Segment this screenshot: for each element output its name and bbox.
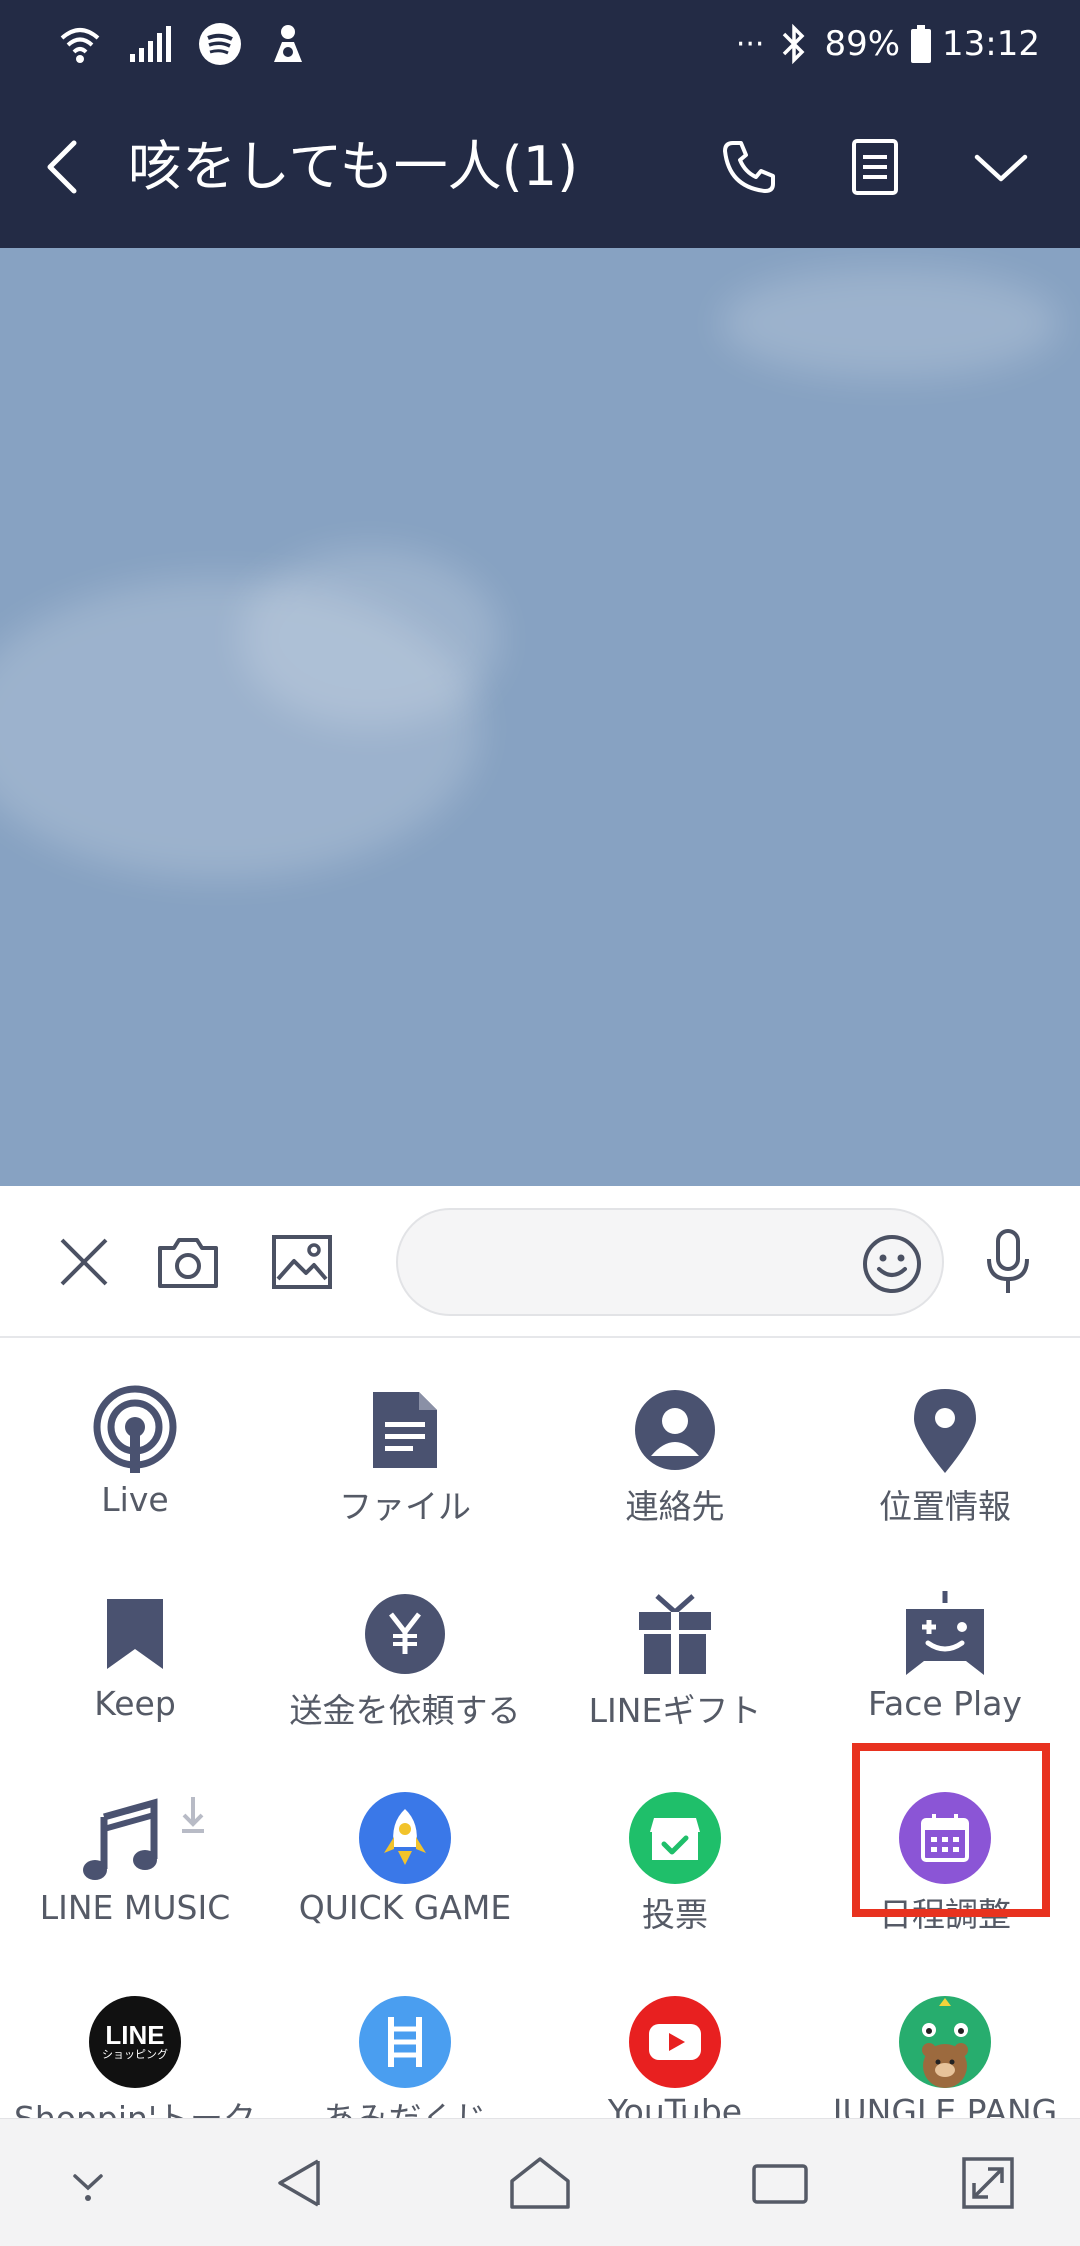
- menu-item-label: Keep: [94, 1684, 176, 1723]
- menu-item-label: ファイル: [339, 1487, 471, 1526]
- menu-item-shopping-talk[interactable]: LINE ショッピング Shoppin'トーク: [0, 1952, 270, 2118]
- back-triangle-icon: [278, 2159, 320, 2207]
- menu-item-keep[interactable]: Keep: [0, 1544, 270, 1744]
- line-logo-subtext: ショッピング: [102, 2048, 168, 2061]
- message-input[interactable]: [428, 1230, 828, 1294]
- menu-item-line-music[interactable]: LINE MUSIC: [0, 1748, 270, 1948]
- signal-icon: [128, 24, 172, 64]
- menu-item-line-gift[interactable]: LINEギフト: [540, 1544, 810, 1744]
- menu-item-label: LINE MUSIC: [39, 1888, 231, 1927]
- menu-item-file[interactable]: ファイル: [270, 1340, 540, 1540]
- menu-item-label: あみだくじ: [270, 2092, 540, 2118]
- menu-item-label: Live: [101, 1480, 169, 1519]
- status-bar: ··· 89% 13:12: [0, 0, 1080, 86]
- microphone-icon: [987, 1229, 1029, 1293]
- gift-icon: [625, 1584, 725, 1684]
- menu-expand-button[interactable]: [966, 132, 1036, 202]
- menu-item-label: LINEギフト: [588, 1691, 762, 1730]
- chat-header: 咳をしても一人(1): [0, 86, 1080, 248]
- menu-item-jungle-pang[interactable]: JUNGLE PANG: [810, 1952, 1080, 2118]
- highlight-box: [852, 1743, 1050, 1917]
- call-button[interactable]: [714, 132, 784, 202]
- jungle-pang-icon: [895, 1992, 995, 2092]
- chat-title: 咳をしても一人(1): [128, 135, 579, 198]
- battery-percent: 89%: [824, 24, 901, 64]
- line-shopping-icon: LINE ショッピング: [85, 1992, 185, 2092]
- menu-item-vote[interactable]: 投票: [540, 1748, 810, 1948]
- extension-menu: Live ファイル 連絡先 位置情報 Keep 送金を依頼する LINEギフト …: [0, 1340, 1080, 2118]
- menu-item-face-play[interactable]: Face Play: [810, 1544, 1080, 1744]
- close-icon: [60, 1238, 108, 1286]
- camera-icon: [158, 1238, 218, 1288]
- clock: 13:12: [942, 24, 1040, 64]
- bookmark-icon: [85, 1584, 185, 1684]
- image-button[interactable]: [262, 1222, 342, 1302]
- voice-button[interactable]: [968, 1222, 1048, 1302]
- message-field[interactable]: [396, 1208, 944, 1316]
- menu-item-label: Shoppin'トーク: [0, 2092, 270, 2118]
- menu-item-label: 連絡先: [625, 1487, 725, 1526]
- expand-arrows-icon: [962, 2157, 1014, 2209]
- cloud-background: [720, 268, 1060, 378]
- ladder-icon: [355, 1992, 455, 2092]
- nav-expand-button[interactable]: [948, 2145, 1028, 2221]
- system-nav-bar: [0, 2118, 1080, 2246]
- menu-item-label: JUNGLE PANG: [832, 2092, 1058, 2118]
- file-icon: [355, 1380, 455, 1480]
- back-button[interactable]: [34, 130, 90, 204]
- youtube-icon: [625, 1992, 725, 2092]
- vote-icon: [625, 1788, 725, 1888]
- note-icon: [852, 139, 898, 195]
- menu-item-label: 位置情報: [879, 1487, 1011, 1526]
- battery-icon: [910, 24, 932, 64]
- live-icon: [85, 1380, 185, 1480]
- menu-item-label: 投票: [642, 1895, 708, 1934]
- music-icon: [80, 1788, 220, 1888]
- menu-item-quick-game[interactable]: QUICK GAME: [270, 1748, 540, 1948]
- phone-icon: [723, 141, 775, 193]
- bluetooth-icon: [774, 22, 814, 66]
- faceplay-icon: [895, 1584, 995, 1684]
- notes-button[interactable]: [840, 132, 910, 202]
- chevron-left-icon: [47, 140, 77, 194]
- menu-item-live[interactable]: Live: [0, 1340, 270, 1540]
- camera-button[interactable]: [148, 1222, 228, 1302]
- smiley-icon: [863, 1235, 921, 1293]
- line-logo-text: LINE: [105, 2020, 165, 2050]
- chevron-down-icon: [974, 154, 1028, 182]
- contact-icon: [625, 1380, 725, 1480]
- home-icon: [510, 2157, 570, 2209]
- input-bar: [0, 1186, 1080, 1338]
- chat-area[interactable]: [0, 248, 1080, 1186]
- menu-item-label: YouTube: [607, 2092, 743, 2118]
- menu-item-label: QUICK GAME: [298, 1888, 512, 1927]
- yen-icon: [355, 1584, 455, 1684]
- menu-item-location[interactable]: 位置情報: [810, 1340, 1080, 1540]
- emoji-button[interactable]: [860, 1232, 924, 1296]
- nav-back-button[interactable]: [260, 2145, 340, 2221]
- rocket-icon: [355, 1788, 455, 1888]
- nav-recents-button[interactable]: [740, 2145, 820, 2221]
- menu-item-amidakuji[interactable]: あみだくじ: [270, 1952, 540, 2118]
- wifi-icon: [58, 22, 102, 66]
- close-menu-button[interactable]: [44, 1222, 124, 1302]
- menu-item-request-money[interactable]: 送金を依頼する: [270, 1544, 540, 1744]
- menu-item-label: 送金を依頼する: [289, 1691, 521, 1730]
- hide-keyboard-button[interactable]: [48, 2145, 128, 2221]
- spotify-icon: [198, 22, 242, 66]
- menu-item-contact[interactable]: 連絡先: [540, 1340, 810, 1540]
- recents-icon: [752, 2164, 808, 2204]
- menu-item-label: Face Play: [868, 1684, 1022, 1723]
- image-icon: [272, 1235, 332, 1289]
- overflow-dots: ···: [735, 26, 765, 62]
- nav-home-button[interactable]: [500, 2145, 580, 2221]
- location-icon: [895, 1380, 995, 1480]
- app-notification-icon: [268, 22, 308, 66]
- chevron-down-dot-icon: [73, 2174, 103, 2201]
- cloud-background: [240, 548, 500, 728]
- menu-item-youtube[interactable]: YouTube: [540, 1952, 810, 2118]
